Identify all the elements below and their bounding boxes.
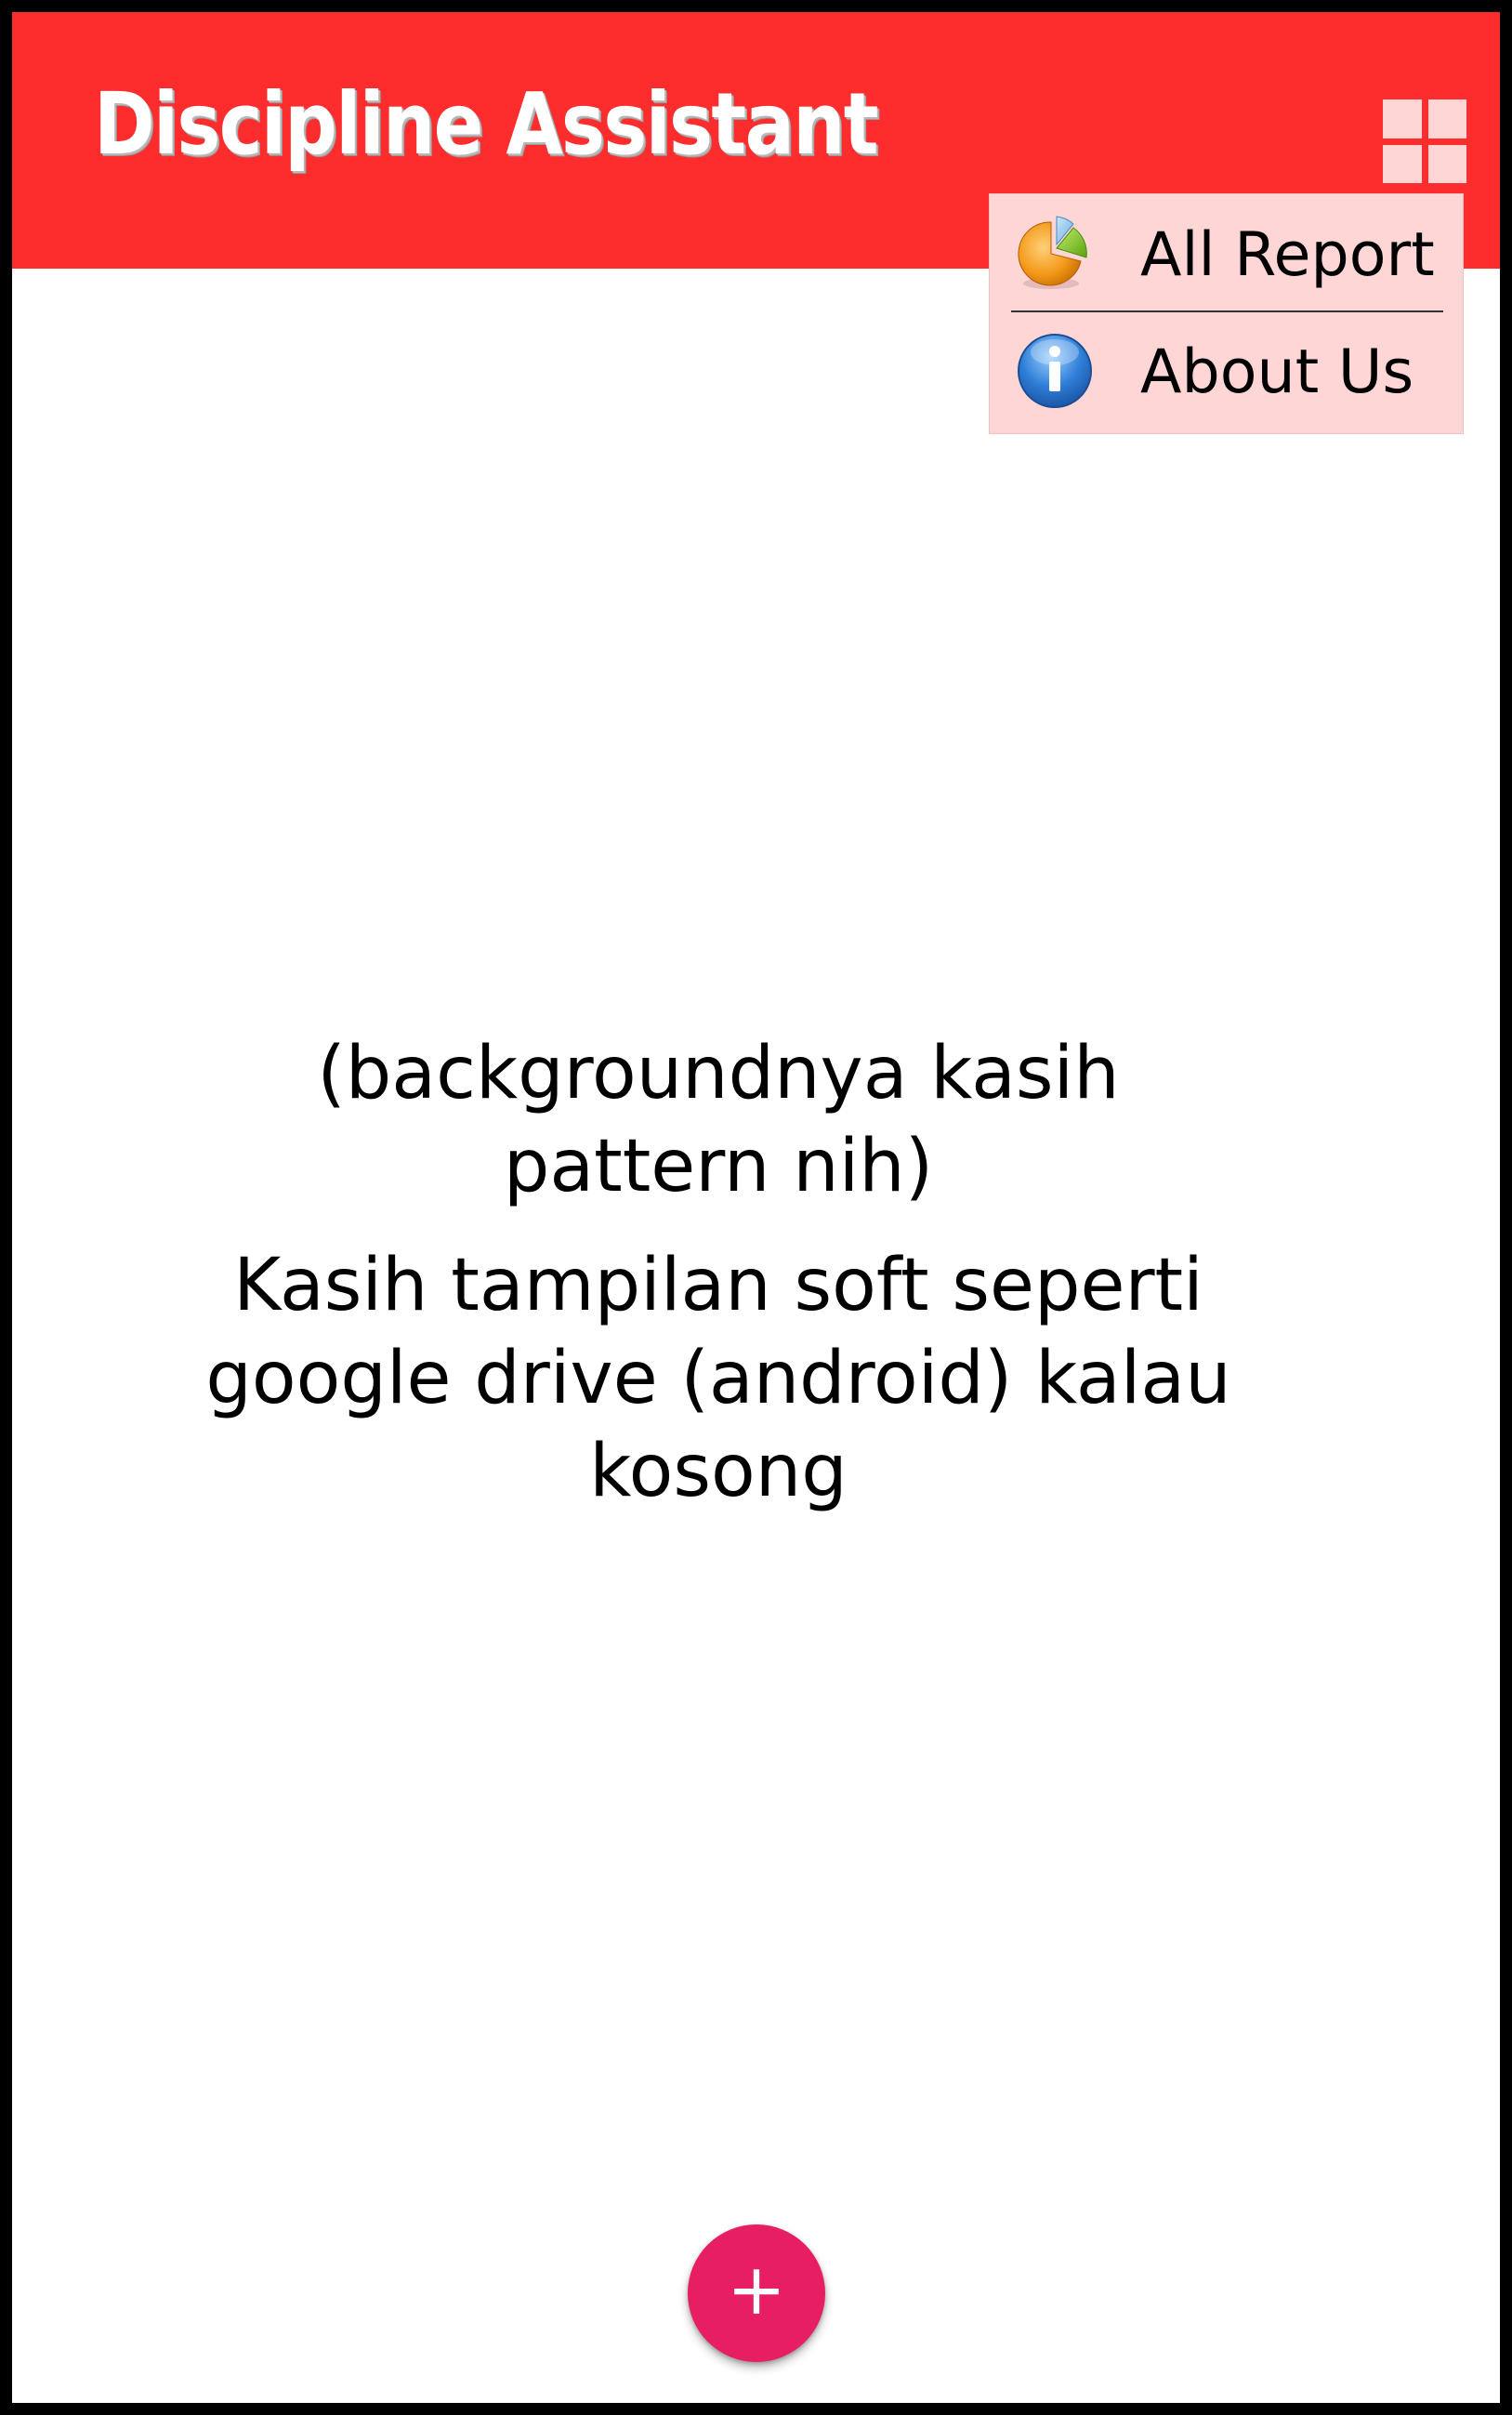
- pie-chart-icon: [1018, 216, 1087, 289]
- empty-state: (backgroundnya kasih pattern nih) Kasih …: [12, 1027, 1425, 1518]
- grid-cell: [1427, 99, 1466, 139]
- menu-item-label: All Report: [1140, 220, 1435, 290]
- grid-cell: [1383, 144, 1422, 183]
- plus-icon: +: [727, 2248, 786, 2330]
- empty-state-note-soft: Kasih tampilan soft seperti google drive…: [205, 1244, 1231, 1513]
- grid-menu-icon[interactable]: [1383, 99, 1466, 183]
- overflow-menu: All Report About Us: [990, 194, 1463, 433]
- menu-item-about-us[interactable]: About Us: [990, 315, 1463, 427]
- menu-item-all-report[interactable]: All Report: [990, 198, 1463, 310]
- grid-cell: [1427, 144, 1466, 183]
- info-icon: [1018, 334, 1092, 408]
- grid-cell: [1383, 99, 1422, 139]
- menu-divider: [1011, 310, 1443, 312]
- add-fab-button[interactable]: +: [688, 2224, 825, 2362]
- app-screen: Discipline Assistant All Report About Us…: [12, 12, 1500, 2403]
- app-title: Discipline Assistant: [94, 74, 879, 174]
- empty-state-note-pattern: (backgroundnya kasih pattern nih): [317, 1032, 1120, 1208]
- menu-item-label: About Us: [1140, 337, 1414, 407]
